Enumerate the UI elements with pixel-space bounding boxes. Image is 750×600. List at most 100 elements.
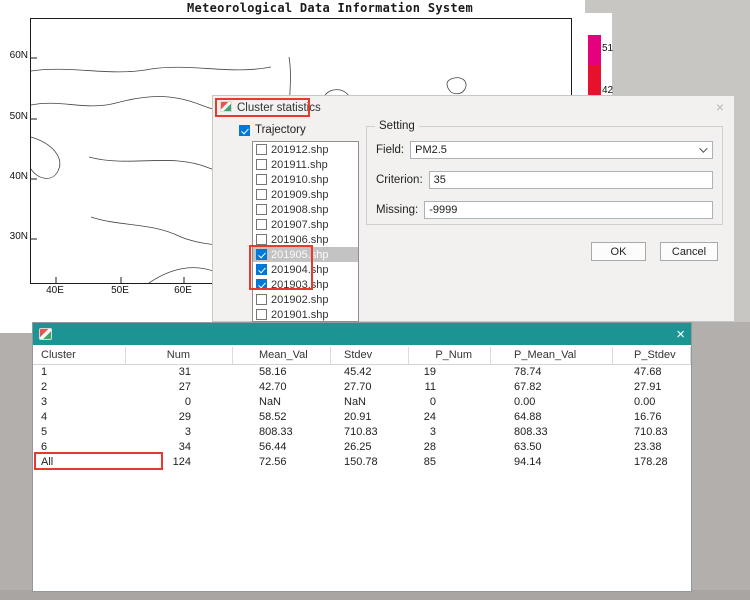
dialog-app-icon bbox=[220, 101, 232, 112]
table-cell: NaN bbox=[233, 395, 331, 410]
criterion-row: Criterion: bbox=[376, 170, 713, 189]
table-window-close-button[interactable]: × bbox=[676, 327, 685, 342]
file-checkbox[interactable] bbox=[256, 174, 267, 185]
table-cell: 78.74 bbox=[491, 365, 613, 380]
table-row[interactable]: 42958.5220.912464.8816.76 bbox=[33, 410, 691, 425]
table-row[interactable]: All12472.56150.788594.14178.28 bbox=[33, 455, 691, 470]
trajectory-checkbox[interactable] bbox=[239, 125, 250, 136]
file-checkbox[interactable] bbox=[256, 189, 267, 200]
map-window-title: Meteorological Data Information System bbox=[100, 1, 560, 15]
file-name: 201905.shp bbox=[271, 249, 329, 261]
table-cell: 31 bbox=[126, 365, 233, 380]
field-selected-value: PM2.5 bbox=[415, 144, 447, 156]
y-tick-label: 30N bbox=[2, 231, 28, 243]
file-item[interactable]: 201906.shp bbox=[253, 232, 358, 247]
file-checkbox[interactable] bbox=[256, 204, 267, 215]
table-row[interactable]: 63456.4426.252863.5023.38 bbox=[33, 440, 691, 455]
file-checkbox[interactable] bbox=[256, 264, 267, 275]
table-cell: 710.83 bbox=[331, 425, 409, 440]
table-cell: 58.52 bbox=[233, 410, 331, 425]
file-item[interactable]: 201903.shp bbox=[253, 277, 358, 292]
table-cell: 67.82 bbox=[491, 380, 613, 395]
missing-label: Missing: bbox=[376, 204, 418, 216]
file-item[interactable]: 201910.shp bbox=[253, 172, 358, 187]
file-checkbox[interactable] bbox=[256, 159, 267, 170]
column-header[interactable]: Mean_Val bbox=[233, 347, 331, 364]
table-cell: 58.16 bbox=[233, 365, 331, 380]
table-cell: 72.56 bbox=[233, 455, 331, 470]
y-tick-label: 40N bbox=[2, 171, 28, 183]
trajectory-label: Trajectory bbox=[255, 124, 306, 136]
file-name: 201910.shp bbox=[271, 174, 329, 186]
table-cell: 3 bbox=[409, 425, 491, 440]
cancel-button[interactable]: Cancel bbox=[660, 242, 718, 261]
table-cell: 27 bbox=[126, 380, 233, 395]
column-header[interactable]: Num bbox=[126, 347, 233, 364]
table-cell: 64.88 bbox=[491, 410, 613, 425]
table-cell: 808.33 bbox=[491, 425, 613, 440]
field-label: Field: bbox=[376, 144, 404, 156]
table-window-titlebar[interactable]: × bbox=[33, 323, 691, 345]
file-item[interactable]: 201901.shp bbox=[253, 307, 358, 322]
file-checkbox[interactable] bbox=[256, 144, 267, 155]
table-cell: 24 bbox=[409, 410, 491, 425]
criterion-input[interactable] bbox=[429, 171, 713, 189]
file-checkbox[interactable] bbox=[256, 234, 267, 245]
table-cell: 3 bbox=[126, 425, 233, 440]
field-row: Field: PM2.5 bbox=[376, 140, 713, 159]
table-row[interactable]: 22742.7027.701167.8227.91 bbox=[33, 380, 691, 395]
ok-button[interactable]: OK bbox=[591, 242, 646, 261]
column-header[interactable]: P_Mean_Val bbox=[491, 347, 613, 364]
file-item[interactable]: 201902.shp bbox=[253, 292, 358, 307]
x-tick-label: 40E bbox=[40, 285, 70, 297]
file-checkbox[interactable] bbox=[256, 309, 267, 320]
file-checkbox[interactable] bbox=[256, 219, 267, 230]
table-row[interactable]: 13158.1645.421978.7447.68 bbox=[33, 365, 691, 380]
table-cell: All bbox=[33, 455, 126, 470]
table-cell: 0.00 bbox=[491, 395, 613, 410]
table-row[interactable]: 53808.33710.833808.33710.83 bbox=[33, 425, 691, 440]
file-checkbox[interactable] bbox=[256, 294, 267, 305]
axis-ticks bbox=[31, 58, 184, 283]
table-cell: 4 bbox=[33, 410, 126, 425]
y-tick-label: 60N bbox=[2, 50, 28, 62]
file-checkbox[interactable] bbox=[256, 249, 267, 260]
table-cell: 34 bbox=[126, 440, 233, 455]
table-cell: 85 bbox=[409, 455, 491, 470]
column-header[interactable]: P_Num bbox=[409, 347, 491, 364]
file-item[interactable]: 201905.shp bbox=[253, 247, 358, 262]
table-cell: 27.70 bbox=[331, 380, 409, 395]
table-row[interactable]: 30NaNNaN00.000.00 bbox=[33, 395, 691, 410]
column-header[interactable]: Stdev bbox=[331, 347, 409, 364]
table-cell: 42.70 bbox=[233, 380, 331, 395]
file-item[interactable]: 201908.shp bbox=[253, 202, 358, 217]
table-cell: 11 bbox=[409, 380, 491, 395]
table-cell: 2 bbox=[33, 380, 126, 395]
trajectory-checkbox-row[interactable]: Trajectory bbox=[239, 124, 306, 136]
table-cell: 45.42 bbox=[331, 365, 409, 380]
trajectory-file-list[interactable]: 201912.shp201911.shp 201910.shp201909.shp… bbox=[252, 141, 359, 322]
column-header[interactable]: Cluster bbox=[33, 347, 126, 364]
x-tick-label: 50E bbox=[105, 285, 135, 297]
file-item[interactable]: 201909.shp bbox=[253, 187, 358, 202]
table-cell: 1 bbox=[33, 365, 126, 380]
field-dropdown[interactable]: PM2.5 bbox=[410, 141, 713, 159]
file-item[interactable]: 201912.shp bbox=[253, 142, 358, 157]
dialog-close-button[interactable]: × bbox=[716, 100, 724, 114]
table-cell: 19 bbox=[409, 365, 491, 380]
table-cell: 28 bbox=[409, 440, 491, 455]
missing-input[interactable] bbox=[424, 201, 713, 219]
table-cell: 29 bbox=[126, 410, 233, 425]
file-name: 201904.shp bbox=[271, 264, 329, 276]
colorbar-segment-red bbox=[588, 65, 601, 97]
table-cell: 5 bbox=[33, 425, 126, 440]
table-cell: 20.91 bbox=[331, 410, 409, 425]
file-item[interactable]: 201911.shp bbox=[253, 157, 358, 172]
file-checkbox[interactable] bbox=[256, 279, 267, 290]
file-item[interactable]: 201907.shp bbox=[253, 217, 358, 232]
colorbar-label: 51 bbox=[602, 43, 613, 54]
file-name: 201912.shp bbox=[271, 144, 329, 156]
column-header[interactable]: P_Stdev bbox=[613, 347, 691, 364]
y-tick-label: 50N bbox=[2, 111, 28, 123]
file-item[interactable]: 201904.shp bbox=[253, 262, 358, 277]
